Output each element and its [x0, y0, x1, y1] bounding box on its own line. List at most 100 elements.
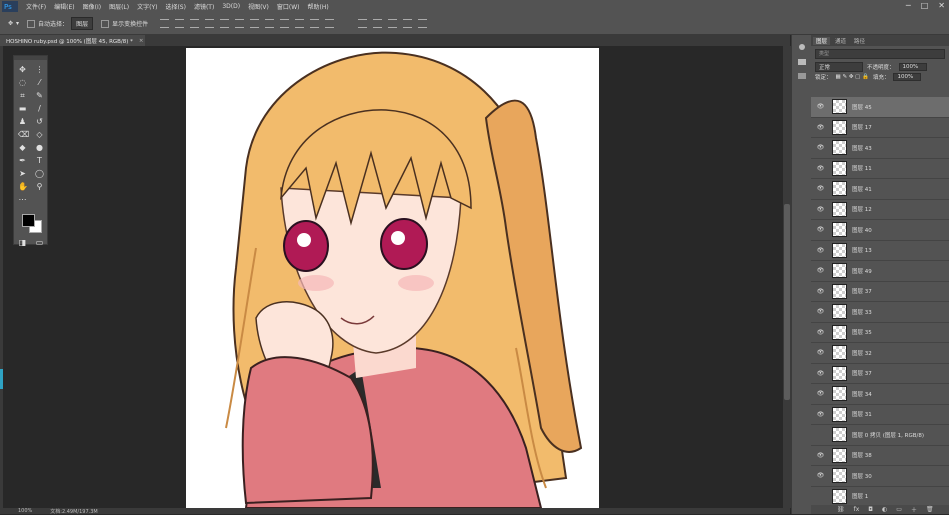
align-bottom-icon[interactable]: [190, 19, 200, 28]
menu-file[interactable]: 文件(F): [26, 2, 46, 11]
close-window-icon[interactable]: ✕: [938, 1, 945, 10]
layer-row[interactable]: 👁 图层 31: [811, 405, 949, 425]
document-tab[interactable]: HOSHINO ruby.psd @ 100% (图层 45, RGB/8) *…: [0, 35, 145, 46]
visibility-eye-icon[interactable]: 👁: [816, 247, 825, 254]
menu-image[interactable]: 图像(I): [83, 2, 101, 11]
menu-3d[interactable]: 3D(D): [222, 3, 240, 10]
layer-row[interactable]: 👁 图层 49: [811, 261, 949, 282]
visibility-eye-icon[interactable]: 👁: [816, 472, 825, 479]
scrollbar-thumb[interactable]: [784, 204, 790, 400]
layer-name[interactable]: 图层 37: [852, 369, 872, 377]
layer-row[interactable]: 👁 图层 37: [811, 282, 949, 302]
layer-name[interactable]: 图层 13: [852, 246, 872, 254]
distribute-top-icon[interactable]: [250, 19, 260, 28]
close-tab-icon[interactable]: ×: [139, 38, 144, 44]
blend-mode-dropdown[interactable]: 正常: [815, 62, 863, 72]
zoom-level[interactable]: 100%: [18, 508, 32, 514]
link-layers-icon[interactable]: ⛓: [837, 506, 845, 513]
fill-field[interactable]: 100%: [893, 73, 922, 81]
layer-row[interactable]: 图层 1: [811, 487, 949, 507]
new-layer-icon[interactable]: ＋: [911, 505, 917, 514]
align-left-icon[interactable]: [205, 19, 215, 28]
layer-row[interactable]: 👁 图层 45: [811, 97, 949, 118]
type-tool-icon[interactable]: T: [35, 156, 44, 165]
distribute-vcenter-icon[interactable]: [265, 19, 275, 28]
distribute-left-icon[interactable]: [295, 19, 305, 28]
auto-select-checkbox[interactable]: [27, 19, 36, 28]
delete-layer-icon[interactable]: 🗑: [926, 506, 934, 513]
screen-mode-icon[interactable]: ▭: [35, 238, 44, 247]
lasso-tool-icon[interactable]: ◌: [18, 78, 27, 87]
auto-select-dropdown[interactable]: 图层: [71, 17, 94, 30]
menu-help[interactable]: 帮助(H): [308, 2, 329, 11]
layer-name[interactable]: 图层 12: [852, 205, 872, 213]
visibility-eye-icon[interactable]: 👁: [816, 308, 825, 315]
distribute-bottom-icon[interactable]: [280, 19, 290, 28]
layer-row[interactable]: 👁 图层 12: [811, 200, 949, 220]
paint-bucket-icon[interactable]: ◇: [35, 130, 44, 139]
visibility-eye-icon[interactable]: 👁: [816, 165, 825, 172]
blur-tool-icon[interactable]: ◆: [18, 143, 27, 152]
visibility-eye-icon[interactable]: 👁: [816, 288, 825, 295]
layer-name[interactable]: 图层 30: [852, 472, 872, 480]
align-top-icon[interactable]: [160, 19, 170, 28]
distribute-hcenter-icon[interactable]: [310, 19, 320, 28]
menu-view[interactable]: 视图(V): [248, 2, 269, 11]
move-tool-icon[interactable]: ✥: [18, 65, 27, 74]
tab-paths[interactable]: 路径: [851, 37, 868, 45]
layer-row[interactable]: 👁 图层 33: [811, 302, 949, 323]
layer-name[interactable]: 图层 37: [852, 287, 872, 295]
visibility-eye-icon[interactable]: 👁: [816, 185, 825, 192]
layer-row[interactable]: 👁 图层 35: [811, 323, 949, 343]
layer-filter-input[interactable]: 类型: [815, 49, 945, 59]
menu-layer[interactable]: 图层(L): [109, 2, 129, 11]
layer-name[interactable]: 图层 49: [852, 267, 872, 275]
eyedropper-icon[interactable]: ✎: [35, 91, 44, 100]
layer-name[interactable]: 图层 40: [852, 226, 872, 234]
new-group-icon[interactable]: ▭: [896, 506, 902, 513]
healing-brush-icon[interactable]: ▬: [18, 104, 27, 113]
transform-controls-option[interactable]: 显示变换控件: [101, 19, 148, 28]
layer-name[interactable]: 图层 11: [852, 164, 872, 172]
menu-type[interactable]: 文字(Y): [137, 2, 157, 11]
crop-tool-icon[interactable]: ⌗: [18, 91, 27, 100]
layer-name[interactable]: 图层 17: [852, 123, 872, 131]
layer-name[interactable]: 图层 43: [852, 144, 872, 152]
minimize-icon[interactable]: ─: [906, 1, 911, 10]
layer-name[interactable]: 图层 38: [852, 451, 872, 459]
layer-name[interactable]: 图层 33: [852, 308, 872, 316]
3d-roll-icon[interactable]: [373, 19, 383, 28]
layer-style-icon[interactable]: fx: [854, 506, 860, 513]
hand-tool-icon[interactable]: ✋: [18, 182, 28, 191]
zoom-tool-icon[interactable]: ⚲: [35, 182, 44, 191]
visibility-eye-icon[interactable]: 👁: [816, 329, 825, 336]
visibility-eye-icon[interactable]: 👁: [816, 226, 825, 233]
3d-scale-icon[interactable]: [418, 19, 428, 28]
ellipse-tool-icon[interactable]: ◯: [35, 169, 44, 178]
menu-window[interactable]: 窗口(W): [277, 2, 300, 11]
quick-mask-icon[interactable]: ◨: [18, 238, 27, 247]
visibility-eye-icon[interactable]: 👁: [816, 452, 825, 459]
layer-name[interactable]: 图层 0 拷贝 (图层 1, RGB/8): [852, 431, 924, 439]
layer-row[interactable]: 👁 图层 41: [811, 179, 949, 200]
clone-stamp-icon[interactable]: ♟: [18, 117, 27, 126]
layer-name[interactable]: 图层 32: [852, 349, 872, 357]
layer-name[interactable]: 图层 41: [852, 185, 872, 193]
layer-row[interactable]: 👁 图层 40: [811, 220, 949, 241]
eraser-tool-icon[interactable]: ⌫: [18, 130, 29, 139]
photoshop-logo-icon[interactable]: Ps: [2, 1, 18, 12]
layer-name[interactable]: 图层 34: [852, 390, 872, 398]
menu-edit[interactable]: 编辑(E): [54, 2, 74, 11]
visibility-eye-icon[interactable]: 👁: [816, 144, 825, 151]
lock-icons[interactable]: ▦ ✎ ✥ ▢ 🔒: [836, 74, 869, 80]
foreground-color-swatch[interactable]: [22, 214, 35, 227]
opacity-field[interactable]: 100%: [898, 63, 927, 71]
visibility-eye-icon[interactable]: 👁: [816, 267, 825, 274]
layer-row[interactable]: 👁 图层 37: [811, 364, 949, 384]
magic-wand-icon[interactable]: ⁄: [35, 78, 44, 87]
3d-slide-icon[interactable]: [403, 19, 413, 28]
align-right-icon[interactable]: [235, 19, 245, 28]
pen-tool-icon[interactable]: ✒: [18, 156, 27, 165]
auto-select-option[interactable]: 自动选择： 图层: [27, 17, 94, 30]
3d-rotate-icon[interactable]: [358, 19, 368, 28]
